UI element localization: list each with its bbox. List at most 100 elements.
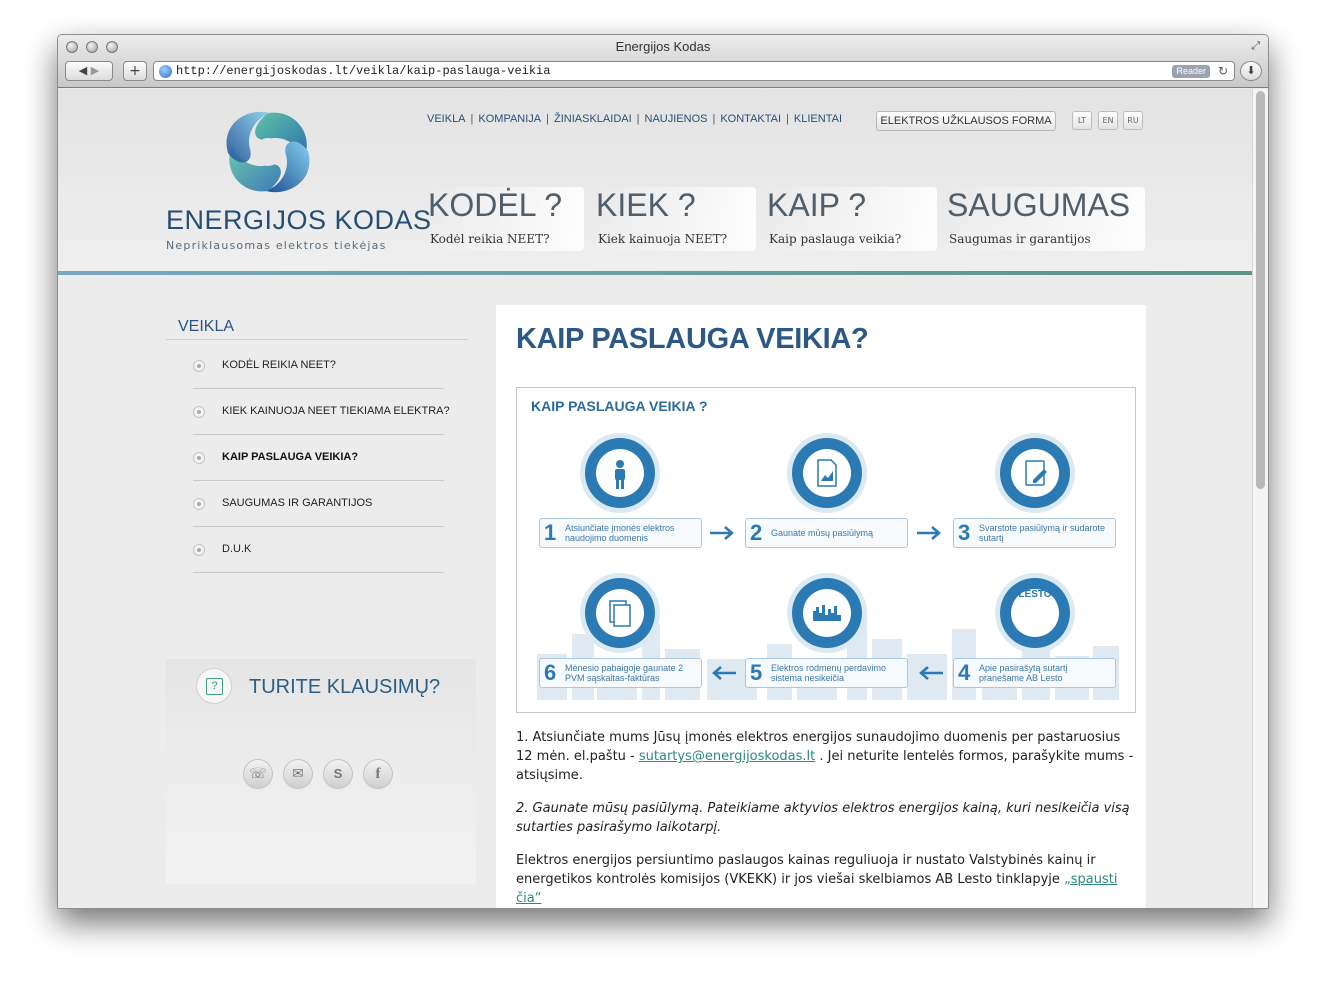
main-content: KAIP PASLAUGA VEIKIA? KAIP PASLAUGA VEIK… (496, 305, 1146, 908)
back-icon[interactable]: ◀ (79, 64, 87, 77)
lang-en-button[interactable]: EN (1098, 111, 1118, 130)
new-tab-button[interactable]: + (123, 61, 147, 81)
topnav-naujienos[interactable]: NAUJIENOS (645, 113, 708, 125)
topnav-kontaktai[interactable]: KONTAKTAI (720, 113, 781, 125)
lang-lt-button[interactable]: LT (1072, 111, 1092, 130)
bullet-icon (193, 406, 205, 418)
reload-icon[interactable]: ↻ (1218, 64, 1228, 78)
energijos-kodas-logo-icon[interactable] (218, 107, 318, 197)
download-icon: ⬇ (1246, 64, 1256, 77)
topnav-veikla[interactable]: VEIKLA (427, 113, 466, 125)
scrollbar-thumb[interactable] (1256, 91, 1265, 489)
download-button[interactable]: ⬇ (1240, 61, 1262, 81)
sidebar-item-label: D.U.K (222, 543, 252, 555)
topnav-ziniasklaidai[interactable]: ŽINIASKLAIDAI (554, 113, 632, 125)
questions-title: TURITE KLAUSIMŲ? (249, 676, 441, 698)
step-3-box: 3 Svarstote pasiūlymą ir sudarote sutart… (953, 518, 1116, 548)
step-number: 5 (750, 660, 763, 685)
url-text[interactable]: http://energijoskodas.lt/veikla/kaip-pas… (176, 64, 550, 78)
bullet-icon (193, 498, 205, 510)
question-mark: ? (206, 678, 223, 695)
tab-kiek[interactable]: KIEK ? Kiek kainuoja NEET? (596, 187, 756, 251)
tab-title: KODĖL ? (428, 187, 562, 223)
reader-button[interactable]: Reader (1172, 65, 1210, 78)
lesto-logo: LESTO (1018, 589, 1052, 600)
mail-icon[interactable]: ✉ (283, 759, 313, 789)
arrow-left-icon (712, 666, 736, 680)
diagram-title: KAIP PASLAUGA VEIKIA ? (531, 398, 708, 414)
paragraph-2: 2. Gaunate mūsų pasiūlymą. Pateikiame ak… (516, 801, 1130, 835)
step-4-icon: LESTO (1000, 578, 1070, 648)
tab-kaip[interactable]: KAIP ? Kaip paslauga veikia? (767, 187, 937, 251)
lang-ru-button[interactable]: RU (1123, 111, 1143, 130)
sidebar-item-kaip[interactable]: KAIP PASLAUGA VEIKIA? (193, 435, 444, 481)
sidebar-item-label: KIEK KAINUOJA NEET TIEKIAMA ELEKTRA? (222, 405, 450, 417)
sidebar-item-label: SAUGUMAS IR GARANTIJOS (222, 497, 373, 509)
forward-icon[interactable]: ▶ (91, 64, 99, 77)
sidebar-heading-rule (166, 339, 468, 340)
step-text: Gaunate mūsų pasiūlymą (771, 528, 874, 538)
tab-subtitle: Kiek kainuoja NEET? (598, 232, 728, 246)
step-text: Elektros rodmenų perdavimo sistema nesik… (771, 663, 887, 683)
step-1-icon (585, 438, 655, 508)
sidebar-item-label: KODĖL REIKIA NEET? (222, 359, 336, 371)
electricity-request-form-button[interactable]: ELEKTROS UŽKLAUSOS FORMA (876, 111, 1056, 131)
paragraph-1: 1. Atsiunčiate mums Jūsų įmonės elektros… (516, 728, 1136, 785)
step-2-icon (792, 438, 862, 508)
step-number: 2 (750, 520, 763, 545)
step-2-box: 2 Gaunate mūsų pasiūlymą (745, 518, 908, 548)
topnav-klientai[interactable]: KLIENTAI (794, 113, 842, 125)
sidebar-menu: VEIKLA KODĖL REIKIA NEET? KIEK KAINUOJA … (166, 315, 476, 661)
step-text: Mėnesio pabaigoje gaunate 2 PVM sąskaita… (565, 663, 684, 683)
step-6-box: 6 Mėnesio pabaigoje gaunate 2 PVM sąskai… (539, 658, 702, 688)
step-5-icon (792, 578, 862, 648)
tab-kodel[interactable]: KODĖL ? Kodėl reikia NEET? (428, 187, 584, 251)
top-navigation: VEIKLA | KOMPANIJA | ŽINIASKLAIDAI | NAUJIENOS… (427, 113, 843, 125)
step-4-box: 4 Apie pasirašytą sutartį pranešame AB L… (953, 658, 1116, 688)
sidebar-item-saugumas[interactable]: SAUGUMAS IR GARANTIJOS (193, 481, 444, 527)
facebook-icon[interactable]: f (363, 759, 393, 789)
bullet-icon (193, 544, 205, 556)
phone-icon[interactable]: ☏ (243, 759, 273, 789)
step-1-box: 1 Atsiunčiate įmonės elektros naudojimo … (539, 518, 702, 548)
step-number: 6 (544, 660, 557, 685)
tab-saugumas[interactable]: SAUGUMAS Saugumas ir garantijos (947, 187, 1145, 251)
tab-subtitle: Kodėl reikia NEET? (430, 232, 550, 246)
brand-name[interactable]: ENERGIJOS KODAS (166, 205, 432, 236)
vertical-scrollbar[interactable] (1252, 89, 1268, 908)
back-forward-buttons[interactable]: ◀ ▶ (65, 61, 113, 81)
process-diagram: KAIP PASLAUGA VEIKIA ? LESTO 1 Atsiunčia… (516, 387, 1136, 713)
sidebar-item-label: KAIP PASLAUGA VEIKIA? (222, 451, 359, 463)
sidebar-heading-label[interactable]: VEIKLA (178, 318, 234, 336)
tab-subtitle: Kaip paslauga veikia? (769, 232, 902, 246)
bullet-icon (193, 452, 205, 464)
address-bar[interactable]: http://energijoskodas.lt/veikla/kaip-pas… (153, 61, 1235, 81)
arrow-right-icon (917, 526, 941, 540)
skype-icon[interactable]: S (323, 759, 353, 789)
step-3-icon (1000, 438, 1070, 508)
step-number: 4 (958, 660, 971, 685)
sidebar-item-kodel[interactable]: KODĖL REIKIA NEET? (193, 343, 444, 389)
sidebar-item-kiek[interactable]: KIEK KAINUOJA NEET TIEKIAMA ELEKTRA? (193, 389, 450, 435)
step-6-icon (585, 578, 655, 648)
step-number: 3 (958, 520, 971, 545)
page-title: KAIP PASLAUGA VEIKIA? (516, 323, 869, 355)
fullscreen-icon[interactable]: ⤢ (1251, 39, 1260, 53)
question-icon: ? (196, 668, 232, 704)
browser-window: Energijos Kodas ⤢ ◀ ▶ + http://energijos… (57, 34, 1269, 909)
topnav-kompanija[interactable]: KOMPANIJA (478, 113, 541, 125)
tab-subtitle: Saugumas ir garantijos (949, 232, 1091, 246)
arrow-left-icon (919, 666, 943, 680)
browser-toolbar: Energijos Kodas ⤢ ◀ ▶ + http://energijos… (58, 35, 1268, 88)
sidebar-item-duk[interactable]: D.U.K (193, 527, 444, 573)
arrow-right-icon (710, 526, 734, 540)
site-header: ENERGIJOS KODAS Nepriklausomas elektros … (58, 89, 1254, 271)
email-link[interactable]: sutartys@energijoskodas.lt (639, 749, 815, 764)
globe-icon (159, 65, 172, 78)
tab-title: KIEK ? (596, 187, 696, 223)
tab-title: KAIP ? (767, 187, 867, 223)
step-text: Apie pasirašytą sutartį pranešame AB Les… (979, 663, 1068, 683)
plus-icon: + (129, 63, 141, 79)
step-text: Atsiunčiate įmonės elektros naudojimo du… (565, 523, 675, 543)
window-title: Energijos Kodas (615, 39, 711, 54)
